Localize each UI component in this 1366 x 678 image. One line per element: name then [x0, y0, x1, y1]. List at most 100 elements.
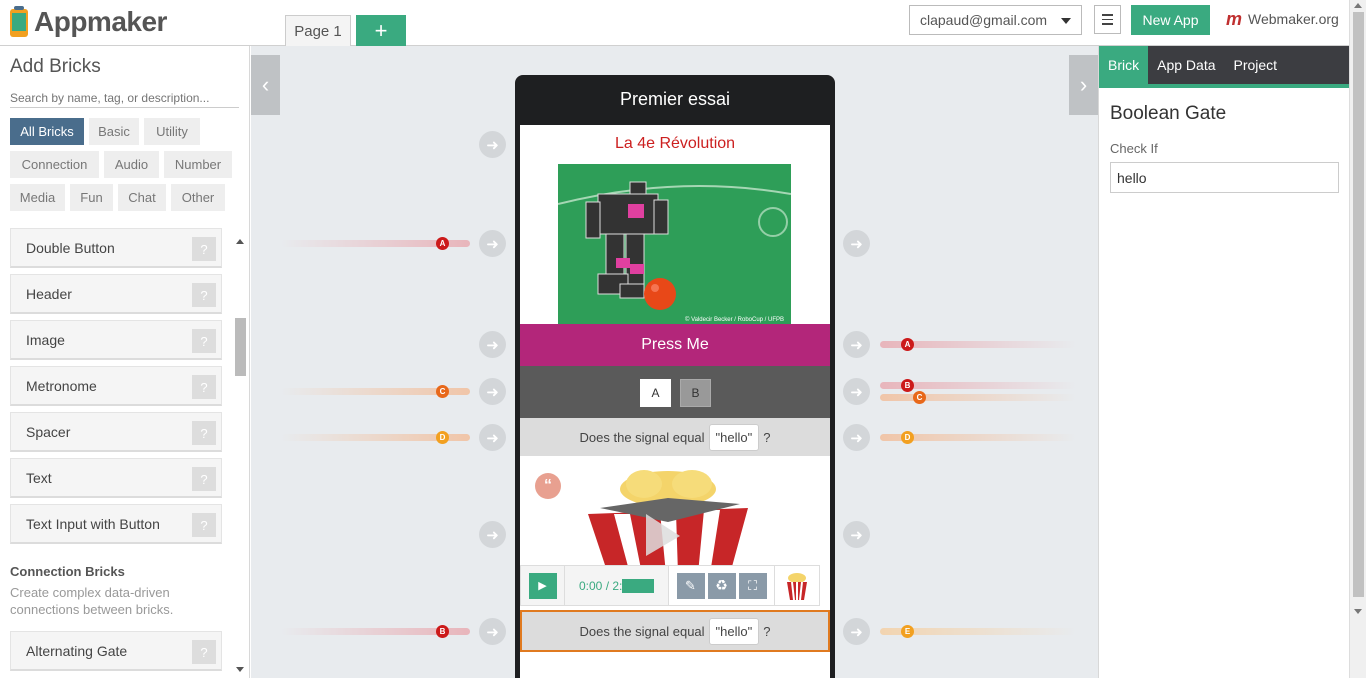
boolean-gate-brick[interactable]: Does the signal equal "hello" ? [520, 418, 830, 456]
tag-audio[interactable]: Audio [104, 151, 159, 178]
arrow-right-icon[interactable]: ➜ [843, 230, 870, 257]
channel-dot-d[interactable]: D [901, 431, 914, 444]
hamburger-icon [1102, 14, 1113, 16]
arrow-right-icon[interactable]: ➜ [843, 618, 870, 645]
fullscreen-icon[interactable]: ⛶ [738, 572, 767, 599]
channel-dot-c[interactable]: C [913, 391, 926, 404]
brick-text[interactable]: Text ? [10, 458, 222, 498]
menu-button[interactable] [1094, 5, 1121, 34]
help-button[interactable]: ? [192, 421, 216, 445]
channel-dot-b[interactable]: B [901, 379, 914, 392]
tab-app-data[interactable]: App Data [1148, 46, 1224, 84]
user-account-dropdown[interactable]: clapaud@gmail.com [909, 5, 1082, 35]
scrollbar-thumb[interactable] [235, 318, 246, 376]
arrow-right-icon[interactable]: ➜ [843, 521, 870, 548]
brick-search-input[interactable] [10, 89, 239, 108]
scroll-up-icon[interactable] [236, 239, 244, 244]
tag-media[interactable]: Media [10, 184, 65, 211]
edit-icon[interactable]: ✎ [676, 572, 705, 599]
brick-double-button[interactable]: Double Button ? [10, 228, 222, 268]
channel-dot-b[interactable]: B [436, 625, 449, 638]
new-app-button[interactable]: New App [1131, 5, 1210, 35]
popcorn-video-brick[interactable]: “ ▶ 0:00 / 2: ✎ ♻ ⛶ [520, 456, 830, 609]
tag-fun[interactable]: Fun [70, 184, 113, 211]
help-button[interactable]: ? [192, 237, 216, 261]
panel-tabs: Brick App Data Project [1099, 46, 1350, 84]
help-button[interactable]: ? [192, 640, 216, 664]
help-button[interactable]: ? [192, 329, 216, 353]
arrow-right-icon[interactable]: ➜ [479, 618, 506, 645]
page-scrollbar[interactable] [1349, 0, 1366, 678]
play-icon[interactable]: ▶ [528, 572, 557, 599]
brick-metronome[interactable]: Metronome ? [10, 366, 222, 406]
brick-label: Spacer [26, 423, 71, 440]
channel-dot-a[interactable]: A [901, 338, 914, 351]
tag-connection[interactable]: Connection [10, 151, 99, 178]
chevron-right-icon[interactable]: › [1069, 55, 1098, 115]
tag-chat[interactable]: Chat [118, 184, 166, 211]
brick-label: Metronome [26, 377, 97, 394]
remix-icon[interactable]: ♻ [707, 572, 736, 599]
scroll-up-icon[interactable] [1354, 3, 1362, 8]
gate-prefix: Does the signal equal [579, 429, 705, 445]
tag-all-bricks[interactable]: All Bricks [10, 118, 84, 145]
brick-header[interactable]: Header ? [10, 274, 222, 314]
channel-dot-e[interactable]: E [901, 625, 914, 638]
scroll-down-icon[interactable] [1354, 609, 1362, 614]
arrow-right-icon[interactable]: ➜ [843, 378, 870, 405]
arrow-right-icon[interactable]: ➜ [479, 424, 506, 451]
help-button[interactable]: ? [192, 513, 216, 537]
arrow-right-icon[interactable]: ➜ [479, 131, 506, 158]
scrollbar-thumb[interactable] [1353, 12, 1364, 597]
arrow-right-icon[interactable]: ➜ [843, 424, 870, 451]
arrow-right-icon[interactable]: ➜ [479, 331, 506, 358]
help-button[interactable]: ? [192, 283, 216, 307]
check-if-input[interactable]: hello [1110, 162, 1339, 193]
tab-brick[interactable]: Brick [1099, 46, 1149, 84]
arrow-right-icon[interactable]: ➜ [479, 230, 506, 257]
appmaker-logo[interactable]: Appmaker [8, 3, 167, 41]
tab-project[interactable]: Project [1225, 46, 1287, 84]
webmaker-link[interactable]: m Webmaker.org [1226, 7, 1339, 31]
brick-alternating-gate[interactable]: Alternating Gate ? [10, 631, 222, 671]
gate-suffix: ? [763, 623, 771, 639]
button-a[interactable]: A [640, 379, 671, 407]
header-brick[interactable]: La 4e Révolution [520, 125, 830, 162]
brick-image[interactable]: Image ? [10, 320, 222, 360]
brick-label: Text [26, 469, 52, 486]
brick-spacer[interactable]: Spacer ? [10, 412, 222, 452]
chevron-left-icon[interactable]: ‹ [251, 55, 280, 115]
double-button-brick: A B [520, 366, 830, 418]
press-me-button[interactable]: Press Me [520, 324, 830, 366]
arrow-right-icon[interactable]: ➜ [479, 378, 506, 405]
tab-underline [1099, 84, 1350, 88]
brick-label: Image [26, 331, 65, 348]
help-button[interactable]: ? [192, 467, 216, 491]
top-bar: Appmaker Page 1 + clapaud@gmail.com New … [0, 0, 1366, 46]
arrow-right-icon[interactable]: ➜ [843, 331, 870, 358]
channel-dot-c[interactable]: C [436, 385, 449, 398]
help-button[interactable]: ? [192, 375, 216, 399]
popcorn-small-icon[interactable] [775, 566, 819, 605]
tag-basic[interactable]: Basic [89, 118, 139, 145]
progress-bar[interactable] [622, 578, 655, 593]
channel-dot-d[interactable]: D [436, 431, 449, 444]
brick-properties-panel: Brick App Data Project Boolean Gate Chec… [1098, 46, 1350, 678]
add-page-button[interactable]: + [356, 15, 406, 46]
connection-bricks-title: Connection Bricks [10, 564, 125, 579]
brick-text-input-with-button[interactable]: Text Input with Button ? [10, 504, 222, 544]
boolean-gate-brick-selected[interactable]: Does the signal equal "hello" ? [520, 610, 830, 652]
arrow-right-icon[interactable]: ➜ [479, 521, 506, 548]
image-brick[interactable]: © Valdecir Becker / RoboCup / UFPB [558, 164, 791, 324]
button-b[interactable]: B [680, 379, 711, 407]
sidebar-scrollbar[interactable] [233, 236, 248, 678]
brick-title: Boolean Gate [1110, 103, 1227, 124]
tag-number[interactable]: Number [164, 151, 232, 178]
add-bricks-sidebar: Add Bricks All Bricks Basic Utility Conn… [0, 46, 250, 678]
tab-page-1[interactable]: Page 1 [285, 15, 351, 46]
tag-other[interactable]: Other [171, 184, 225, 211]
channel-wire [880, 394, 1076, 401]
scroll-down-icon[interactable] [236, 667, 244, 672]
tag-utility[interactable]: Utility [144, 118, 200, 145]
channel-dot-a[interactable]: A [436, 237, 449, 250]
